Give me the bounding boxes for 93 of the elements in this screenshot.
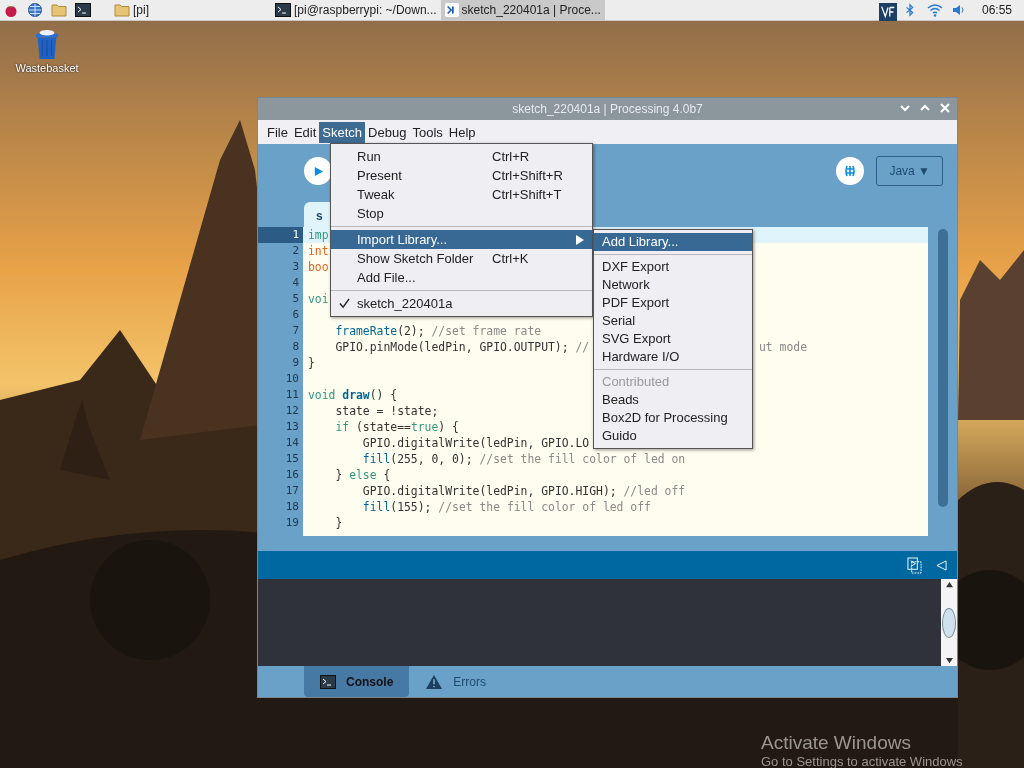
line-number: 16 (284, 467, 300, 483)
line-number: 10 (284, 371, 300, 387)
code-line: void draw() { (308, 388, 398, 402)
line-number: 13 (284, 419, 300, 435)
menu-item[interactable]: Beads (594, 391, 752, 409)
folder-icon (114, 2, 130, 18)
menu-item[interactable]: Help (445, 121, 479, 143)
collapse-icon[interactable] (936, 559, 947, 571)
menu-item[interactable]: Debug (365, 121, 410, 143)
menu-item[interactable]: Stop (331, 204, 592, 223)
code-line: frameRate(2); //set frame rate (335, 324, 542, 338)
code-line: state = !state; (335, 404, 439, 418)
line-number: 3 (291, 259, 300, 275)
icon-label[interactable]: Wastebasket (15, 60, 79, 77)
code-line: imp (308, 228, 329, 242)
menu-item[interactable]: Sketch (319, 121, 366, 143)
line-number: 2 (291, 243, 300, 259)
taskbar-button[interactable]: [pi@raspberrypi: ~/Down... (271, 0, 441, 20)
code-line: GPIO.digitalWrite(ledPin, GPIO.HIGH); //led off (362, 484, 686, 498)
debug-button[interactable] (836, 157, 865, 185)
menu-item[interactable]: sketch_220401a (331, 294, 592, 313)
taskbar-button[interactable]: sketch_220401a | Proce... (440, 0, 605, 20)
terminal-icon[interactable] (75, 2, 93, 18)
copy-icon[interactable] (907, 556, 922, 574)
line-number: 1 (258, 227, 303, 243)
code-line: } (308, 356, 315, 370)
menu-item[interactable]: Tweak Ctrl+Shift+T (331, 185, 592, 204)
submenu-arrow-icon (576, 234, 584, 245)
code-line: fill(155); //set the fill color of led off (362, 500, 651, 514)
notice-text: Go to Settings to activate Windows (761, 754, 963, 768)
code-line: GPIO.pinMode(ledPin, GPIO.OUTPUT); // (335, 340, 590, 354)
menu-item[interactable]: Add Library... (594, 233, 752, 251)
line-number: 15 (284, 451, 300, 467)
line-number: 7 (291, 323, 300, 339)
scroll-down-icon[interactable] (944, 657, 954, 664)
checkmark-icon (339, 298, 350, 309)
terminal-icon (275, 2, 291, 18)
menu-item[interactable]: Import Library... (331, 230, 592, 249)
menu-item[interactable]: PDF Export (594, 294, 752, 312)
line-number: 18 (284, 499, 300, 515)
code-comment: ut mode (759, 339, 807, 355)
line-number: 14 (284, 435, 300, 451)
window-title: sketch_220401a | Processing 4.0b7 (512, 101, 703, 118)
menu-item[interactable]: Box2D for Processing (594, 409, 752, 427)
run-button[interactable] (304, 157, 332, 185)
close-icon[interactable] (939, 102, 951, 114)
menu-item[interactable]: Present Ctrl+Shift+R (331, 166, 592, 185)
clock: 06:55 (981, 2, 1012, 19)
menu-item[interactable]: DXF Export (594, 258, 752, 276)
menu-item[interactable]: File (264, 121, 291, 143)
line-number: 11 (284, 387, 300, 403)
line-number: 5 (291, 291, 300, 307)
terminal-icon (320, 673, 336, 690)
code-line: boo (308, 260, 329, 274)
code-line: int (308, 244, 329, 258)
menu-item[interactable]: SVG Export (594, 330, 752, 348)
trash-bin-icon[interactable] (33, 28, 61, 60)
code-line: } (335, 516, 343, 530)
taskbar-button[interactable]: [pi] (110, 0, 153, 20)
menu-item[interactable]: Show Sketch Folder Ctrl+K (331, 249, 592, 268)
line-number: 19 (284, 515, 300, 531)
code-line: if (state==true) { (335, 420, 459, 434)
warning-icon (425, 673, 444, 690)
processing-icon (444, 3, 459, 17)
code-line: GPIO.digitalWrite(ledPin, GPIO.LO (362, 436, 590, 450)
menu-item[interactable]: Hardware I/O (594, 348, 752, 366)
line-number: 8 (291, 339, 300, 355)
menu-item[interactable]: Serial (594, 312, 752, 330)
menu-item[interactable]: Add File... (331, 268, 592, 287)
wifi-icon[interactable] (926, 2, 945, 18)
notice-title: Activate Windows (761, 732, 912, 754)
line-number: 12 (284, 403, 300, 419)
menu-item[interactable]: Network (594, 276, 752, 294)
line-number: 9 (291, 355, 300, 371)
menu-item[interactable]: Run Ctrl+R (331, 147, 592, 166)
scrollbar-thumb[interactable] (942, 607, 956, 638)
folder-icon[interactable] (51, 2, 69, 18)
scroll-up-icon[interactable] (944, 581, 954, 588)
console-tab[interactable]: Console (304, 666, 410, 697)
minimize-icon[interactable] (899, 102, 911, 114)
scrollbar-thumb[interactable] (937, 229, 948, 507)
menu-item[interactable]: Edit (290, 121, 320, 143)
line-number: 17 (284, 483, 300, 499)
menu-item[interactable]: Tools (409, 121, 446, 143)
code-line: voi (308, 292, 329, 306)
globe-icon[interactable] (27, 2, 45, 18)
vnc-icon[interactable] (878, 2, 897, 18)
play-icon (312, 165, 324, 177)
menu-item[interactable]: Guido (594, 427, 752, 445)
line-number: 6 (291, 307, 300, 323)
line-number: 4 (291, 275, 300, 291)
code-line: fill(255, 0, 0); //set the fill color of led on (362, 452, 686, 466)
code-line: } else { (335, 468, 391, 482)
